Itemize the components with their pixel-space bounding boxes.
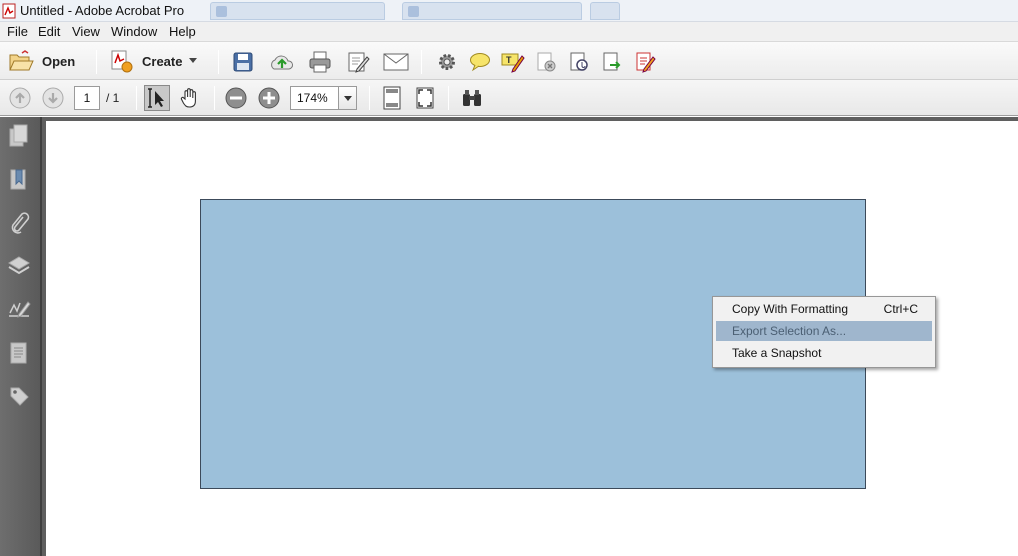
background-browser-tab (210, 2, 385, 20)
fullscreen-icon (416, 87, 434, 109)
fit-page-icon (383, 86, 401, 110)
content-button[interactable] (6, 340, 32, 366)
settings-button[interactable] (435, 50, 459, 74)
take-a-snapshot-menu-item[interactable]: Take a Snapshot (716, 343, 932, 363)
export-button[interactable] (599, 50, 625, 74)
binoculars-icon (463, 90, 481, 106)
export-selection-as-menu-item[interactable]: Export Selection As... (716, 321, 932, 341)
signature-pen-icon (9, 301, 31, 318)
zoom-level-input[interactable]: 174% (290, 86, 340, 110)
envelope-icon (383, 53, 409, 71)
tags-button[interactable] (6, 383, 32, 409)
paperclip-icon (11, 212, 30, 234)
hand-icon (180, 88, 196, 108)
select-tool-button[interactable] (144, 85, 170, 111)
comment-button[interactable] (467, 50, 493, 74)
window-title: Untitled - Adobe Acrobat Pro (20, 3, 185, 18)
title-bar: Untitled - Adobe Acrobat Pro (0, 0, 1018, 22)
navigation-toolbar (0, 80, 1018, 116)
text-cursor-arrow-icon (148, 88, 164, 108)
menu-view[interactable]: View (71, 24, 101, 39)
menu-item-label: Export Selection As... (732, 324, 847, 338)
menu-item-shortcut: Ctrl+C (883, 302, 918, 316)
document-edit-icon (348, 52, 370, 73)
bookmark-icon (10, 169, 26, 190)
upload-cloud-button[interactable] (268, 50, 296, 74)
open-label: Open (42, 53, 76, 69)
pages-icon (9, 124, 28, 147)
main-toolbar: Open Create T (0, 42, 1018, 80)
background-browser-tab (402, 2, 582, 20)
cloud-upload-icon (271, 55, 293, 70)
gear-icon (439, 54, 455, 70)
zoom-dropdown-button[interactable] (338, 86, 357, 110)
menu-bar: File Edit View Window Help (0, 22, 1018, 42)
print-button[interactable] (306, 50, 334, 74)
remove-button[interactable] (533, 50, 559, 74)
layers-icon (8, 256, 30, 275)
highlighter-icon: T (501, 53, 525, 73)
attach-button[interactable] (566, 50, 592, 74)
arrow-down-circle-icon (42, 87, 64, 109)
chevron-down-icon (343, 95, 352, 101)
page-thumbnails-button[interactable] (6, 123, 32, 149)
acrobat-app-icon (2, 3, 16, 19)
sign-button[interactable] (632, 50, 658, 74)
open-button[interactable]: Open (8, 48, 80, 74)
next-page-button[interactable] (41, 86, 65, 110)
create-button[interactable]: Create (110, 48, 198, 74)
navigation-pane (0, 117, 42, 556)
svg-text:T: T (506, 55, 512, 65)
edit-document-button[interactable] (345, 50, 373, 74)
page-total-label: / 1 (106, 91, 120, 105)
zoom-out-button[interactable] (224, 86, 248, 110)
printer-icon (309, 51, 331, 73)
minus-circle-icon (225, 87, 247, 109)
background-browser-tab (590, 2, 620, 20)
menu-help[interactable]: Help (168, 24, 197, 39)
arrow-up-circle-icon (9, 87, 31, 109)
fit-page-button[interactable] (380, 85, 404, 111)
menu-item-label: Take a Snapshot (732, 346, 822, 360)
document-lines-icon (10, 342, 27, 364)
zoom-in-button[interactable] (257, 86, 281, 110)
create-pdf-icon (111, 50, 133, 73)
email-button[interactable] (381, 50, 411, 74)
document-delete-icon (537, 52, 556, 72)
speech-bubble-icon (470, 53, 490, 72)
previous-page-button[interactable] (8, 86, 32, 110)
bookmarks-button[interactable] (6, 167, 32, 193)
attachments-button[interactable] (6, 210, 32, 236)
tag-icon (10, 387, 29, 406)
chevron-down-icon (189, 58, 198, 63)
document-attach-icon (570, 52, 588, 71)
menu-file[interactable]: File (6, 24, 29, 39)
plus-circle-icon (258, 87, 280, 109)
find-button[interactable] (459, 86, 485, 110)
context-menu: Copy With Formatting Ctrl+C Export Selec… (712, 296, 936, 368)
open-folder-icon (9, 50, 34, 71)
highlight-text-button[interactable]: T (500, 50, 526, 74)
signatures-button[interactable] (6, 296, 32, 322)
page-number-input[interactable]: 1 (74, 86, 100, 110)
document-sign-icon (636, 52, 656, 73)
menu-edit[interactable]: Edit (37, 24, 61, 39)
menu-item-label: Copy With Formatting (732, 302, 849, 316)
copy-with-formatting-menu-item[interactable]: Copy With Formatting Ctrl+C (716, 299, 932, 319)
create-label: Create (142, 53, 183, 69)
document-export-icon (603, 52, 621, 71)
menu-window[interactable]: Window (110, 24, 158, 39)
hand-tool-button[interactable] (177, 85, 203, 111)
layers-button[interactable] (6, 253, 32, 279)
save-disk-icon (233, 52, 253, 72)
save-button[interactable] (230, 50, 256, 74)
full-screen-button[interactable] (413, 85, 437, 111)
